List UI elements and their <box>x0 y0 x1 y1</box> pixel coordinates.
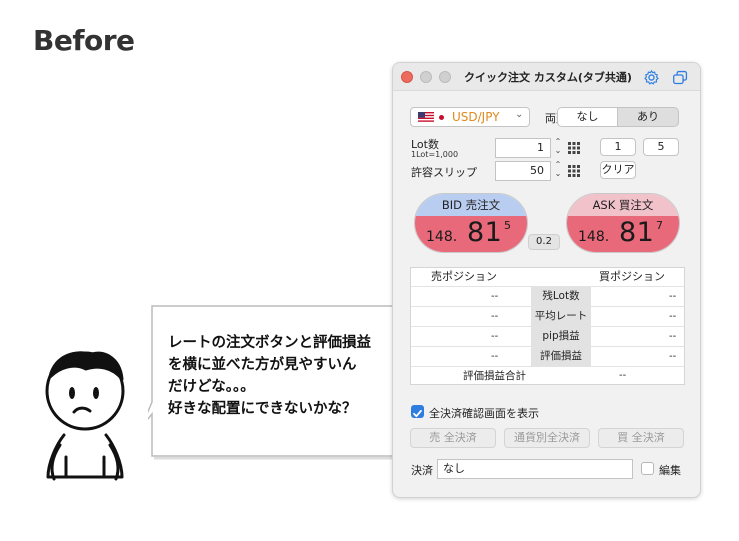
currency-pair-select[interactable]: USD/JPY ⌄ <box>410 107 530 127</box>
bid-price: 148. 81 5 <box>415 216 527 252</box>
buy-value: -- <box>669 331 677 342</box>
slippage-input[interactable]: 50 <box>495 161 551 181</box>
both-sides-segmented-control: なし あり <box>557 107 679 127</box>
buy-value: -- <box>669 311 677 322</box>
bid-price-prefix: 148. <box>426 229 458 245</box>
window-title: クイック注文 カスタム(タブ共通) <box>464 71 632 84</box>
buy-close-all-button[interactable]: 買 全決済 <box>598 428 684 448</box>
sell-value: -- <box>491 311 499 322</box>
currency-pair-value: USD/JPY <box>452 110 500 124</box>
window-overlap-icon[interactable] <box>672 69 689 86</box>
settings-gear-icon[interactable] <box>643 69 660 86</box>
edit-label: 編集 <box>659 464 681 477</box>
close-window-button[interactable] <box>401 71 413 83</box>
total-pnl-value: -- <box>619 370 627 381</box>
table-row: -- 評価損益 -- <box>411 346 684 366</box>
both-sides-option-yes[interactable]: あり <box>618 108 678 126</box>
settlement-label: 決済 <box>411 464 433 477</box>
checkmark-icon <box>413 409 422 418</box>
confirm-close-all-label: 全決済確認画面を表示 <box>429 407 539 420</box>
ask-price: 148. 81 7 <box>567 216 679 252</box>
settlement-field[interactable]: なし <box>437 459 633 479</box>
confirm-close-all-checkbox[interactable] <box>411 405 424 418</box>
bid-price-fraction: 5 <box>504 219 511 232</box>
total-row: 評価損益合計 -- <box>411 366 684 386</box>
speech-line: 好きな配置にできないかな？ <box>168 401 357 417</box>
slippage-clear-button[interactable]: クリア <box>600 161 636 179</box>
lot-preset-button-5[interactable]: 5 <box>643 138 679 156</box>
total-pnl-label: 評価損益合計 <box>463 370 526 382</box>
sell-value: -- <box>491 291 499 302</box>
quick-order-window: クイック注文 カスタム(タブ共通) USD/JPY ⌄ 両建 なし あり Lot… <box>392 62 701 498</box>
lot-quantity-input[interactable]: 1 <box>495 138 551 158</box>
zoom-window-button[interactable] <box>439 71 451 83</box>
row-label: 平均レート <box>531 307 591 326</box>
keypad-grid-icon[interactable] <box>568 165 580 177</box>
table-row: -- 平均レート -- <box>411 306 684 326</box>
buy-value: -- <box>669 291 677 302</box>
slippage-label: 許容スリップ <box>411 166 477 179</box>
us-flag-icon <box>418 112 434 122</box>
sell-value: -- <box>491 351 499 362</box>
before-heading: Before <box>33 24 135 57</box>
ask-price-prefix: 148. <box>578 229 610 245</box>
close-all-by-currency-button[interactable]: 通貨別全決済 <box>504 428 590 448</box>
lot-unit-sublabel: 1Lot=1,000 <box>411 150 459 159</box>
row-label: pip損益 <box>531 327 591 346</box>
bid-label: BID 売注文 <box>415 194 527 216</box>
edit-checkbox[interactable] <box>641 462 654 475</box>
ask-price-pips: 81 <box>619 217 655 248</box>
ask-buy-order-button[interactable]: ASK 買注文 148. 81 7 <box>566 193 680 253</box>
keypad-grid-icon[interactable] <box>568 142 580 154</box>
ask-label: ASK 買注文 <box>567 194 679 216</box>
sell-close-all-button[interactable]: 売 全決済 <box>410 428 496 448</box>
ask-price-fraction: 7 <box>656 219 663 232</box>
bid-price-pips: 81 <box>467 217 503 248</box>
spread-badge: 0.2 <box>528 234 560 250</box>
speech-line: レートの注文ボタンと評価損益 <box>168 335 371 351</box>
row-label: 残Lot数 <box>531 287 591 306</box>
slippage-stepper[interactable]: ⌃ ⌄ <box>553 160 563 182</box>
buy-position-header: 買ポジション <box>599 270 665 283</box>
sell-value: -- <box>491 331 499 342</box>
row-label: 評価損益 <box>531 347 591 366</box>
lot-preset-button-1[interactable]: 1 <box>600 138 636 156</box>
both-sides-option-none[interactable]: なし <box>558 108 618 126</box>
speech-bubble-text: レートの注文ボタンと評価損益 を横に並べた方が見やすいん だけどな。。。 好きな… <box>168 332 398 420</box>
chevron-down-icon: ⌄ <box>515 109 524 120</box>
positions-table: 売ポジション 買ポジション -- 残Lot数 -- -- 平均レート -- --… <box>410 267 685 385</box>
buy-value: -- <box>669 351 677 362</box>
speech-line: を横に並べた方が見やすいん <box>168 357 357 373</box>
japan-dot-icon <box>439 115 444 120</box>
table-row: -- 残Lot数 -- <box>411 286 684 306</box>
lot-stepper[interactable]: ⌃ ⌄ <box>553 137 563 159</box>
sell-position-header: 売ポジション <box>431 270 497 283</box>
minimize-window-button[interactable] <box>420 71 432 83</box>
title-bar: クイック注文 カスタム(タブ共通) <box>393 63 700 91</box>
bid-sell-order-button[interactable]: BID 売注文 148. 81 5 <box>414 193 528 253</box>
speech-line: だけどな。。。 <box>168 379 255 395</box>
table-row: -- pip損益 -- <box>411 326 684 346</box>
worried-person-illustration <box>45 351 125 481</box>
